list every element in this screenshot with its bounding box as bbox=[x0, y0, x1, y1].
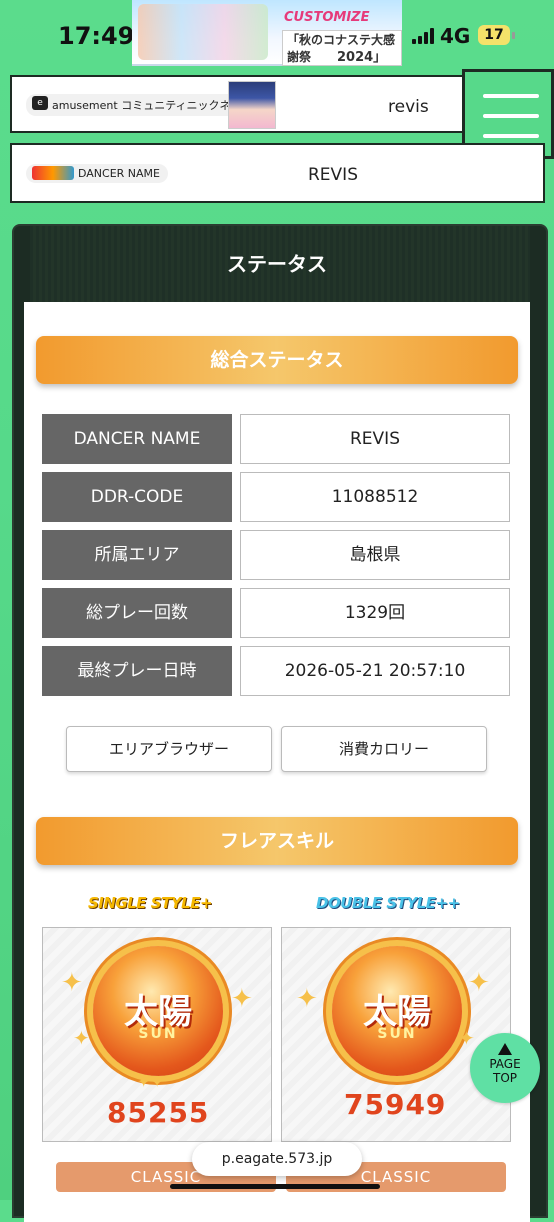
double-flare-score: 75949 bbox=[344, 1088, 447, 1121]
amusement-label: e amusement コミュニティニックネーム bbox=[26, 94, 261, 116]
sparkle-icon: ✦ bbox=[468, 968, 490, 998]
sparkle-icon: ✦ bbox=[61, 968, 83, 998]
status-value: 11088512 bbox=[240, 472, 510, 522]
status-label: 最終プレー日時 bbox=[42, 646, 232, 696]
clock: 17:49 bbox=[58, 22, 135, 50]
sun-rank-medal: 太陽 SUN bbox=[332, 946, 462, 1076]
area-browser-button[interactable]: エリアブラウザー bbox=[66, 726, 272, 772]
panel-title: ステータス bbox=[227, 252, 327, 276]
community-nickname-row: e amusement コミュニティニックネーム revis bbox=[10, 75, 474, 133]
page-top-button[interactable]: PAGE TOP bbox=[470, 1033, 540, 1103]
single-style-logo: SINGLE STYLE+ bbox=[88, 894, 213, 912]
battery-icon: 17 bbox=[478, 25, 515, 45]
sun-rank-medal: 太陽 SUN bbox=[93, 946, 223, 1076]
banner-text-3: 2024」 bbox=[337, 50, 387, 65]
amusement-logo-icon: e bbox=[32, 96, 48, 110]
overall-status-heading: 総合ステータス bbox=[36, 336, 518, 384]
sparkle-icon: ✦ bbox=[73, 1026, 90, 1050]
banner-text-1: CUSTOMIZE bbox=[284, 10, 370, 25]
ddr-logo-icon bbox=[32, 166, 74, 180]
url-bar[interactable]: p.eagate.573.jp bbox=[192, 1142, 362, 1176]
network-type: 4G bbox=[440, 24, 471, 48]
double-style-logo: DOUBLE STYLE++ bbox=[316, 894, 460, 912]
banner-ad[interactable]: CUSTOMIZE 「秋のコナステ大感謝祭 2024」 bbox=[132, 0, 402, 66]
banner-characters-image bbox=[138, 4, 268, 60]
sparkle-icon: ✦ bbox=[296, 984, 318, 1014]
avatar bbox=[228, 81, 276, 129]
dancer-name-value: REVIS bbox=[308, 165, 358, 185]
status-label: DDR-CODE bbox=[42, 472, 232, 522]
calories-button[interactable]: 消費カロリー bbox=[281, 726, 487, 772]
status-value: 1329回 bbox=[240, 588, 510, 638]
status-value: 島根県 bbox=[240, 530, 510, 580]
status-label: 総プレー回数 bbox=[42, 588, 232, 638]
single-flare-score: 85255 bbox=[107, 1096, 210, 1129]
status-bar: 17:49 CUSTOMIZE 「秋のコナステ大感謝祭 2024」 4G 17 bbox=[0, 0, 554, 70]
rank-english: SUN bbox=[138, 1026, 178, 1042]
status-value: REVIS bbox=[240, 414, 510, 464]
community-nickname: revis bbox=[388, 97, 429, 117]
status-value: 2026-05-21 20:57:10 bbox=[240, 646, 510, 696]
flare-skill-heading: フレアスキル bbox=[36, 817, 518, 865]
dancer-name-row: DANCER NAME REVIS bbox=[10, 143, 545, 203]
status-label: DANCER NAME bbox=[42, 414, 232, 464]
status-label: 所属エリア bbox=[42, 530, 232, 580]
arrow-up-icon bbox=[498, 1043, 512, 1055]
ddr-label: DANCER NAME bbox=[26, 164, 168, 183]
single-flare-card[interactable]: 太陽 SUN ✦ ✦ ✦ ✦✦ 85255 bbox=[42, 927, 272, 1142]
star-rating-icon: ✦✦ bbox=[137, 1072, 164, 1091]
sparkle-icon: ✦ bbox=[231, 984, 253, 1014]
double-flare-card[interactable]: 太陽 SUN ✦ ✦ ✦ 75949 bbox=[281, 927, 511, 1142]
rank-english: SUN bbox=[377, 1026, 417, 1042]
sparkle-icon: ✦ bbox=[458, 1026, 475, 1050]
home-indicator[interactable] bbox=[170, 1184, 380, 1189]
signal-icon bbox=[412, 28, 434, 44]
